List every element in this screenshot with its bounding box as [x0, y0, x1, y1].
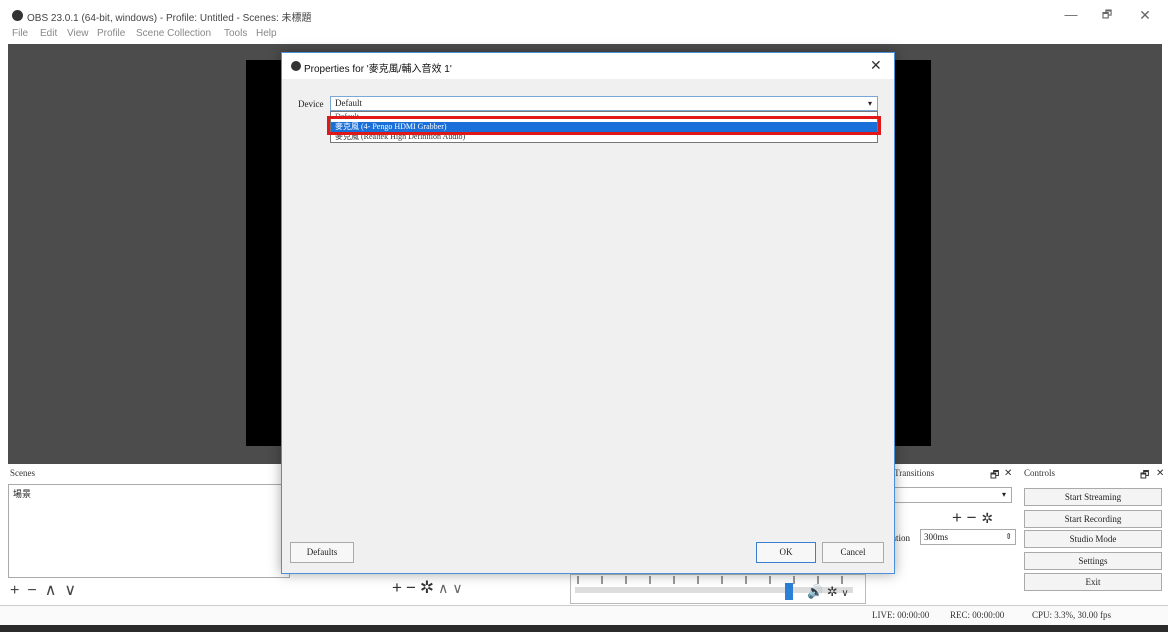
- transitions-close-icon[interactable]: ✕: [1004, 468, 1012, 482]
- sources-toolbar: + − ✲ ∧ ∨: [392, 578, 467, 598]
- properties-dialog: Properties for '麥克風/輔入音效 1' ✕ Device Def…: [281, 52, 895, 574]
- add-transition-icon[interactable]: +: [952, 508, 962, 527]
- dialog-close-button[interactable]: ✕: [870, 57, 882, 74]
- add-source-icon[interactable]: +: [392, 578, 402, 598]
- scene-list-item[interactable]: 場景: [13, 487, 31, 500]
- menu-tools[interactable]: Tools: [224, 28, 247, 39]
- move-down-icon[interactable]: ∨: [64, 580, 80, 600]
- window-title: OBS 23.0.1 (64-bit, windows) - Profile: …: [27, 13, 312, 24]
- menu-scene-collection[interactable]: Scene Collection: [136, 28, 211, 39]
- window-titlebar: OBS 23.0.1 (64-bit, windows) - Profile: …: [0, 0, 1168, 28]
- speaker-icon[interactable]: 🔊: [807, 584, 823, 599]
- remove-scene-icon[interactable]: −: [27, 582, 40, 600]
- rec-status: REC: 00:00:00: [950, 610, 1005, 620]
- remove-transition-icon[interactable]: −: [967, 508, 977, 527]
- menu-view[interactable]: View: [67, 28, 89, 39]
- move-up-icon[interactable]: ∧: [45, 580, 61, 600]
- chevron-down-icon: ▾: [867, 99, 872, 108]
- mixer-menu-chevron-icon[interactable]: ∨: [841, 588, 848, 599]
- annotation-highlight-box: [327, 116, 881, 135]
- settings-button[interactable]: Settings: [1024, 552, 1162, 570]
- device-label: Device: [298, 99, 324, 109]
- scenes-list[interactable]: 場景: [8, 484, 290, 578]
- mixer-controls: 🔊 ✲ ∨: [807, 584, 849, 600]
- controls-dock-title: Controls: [1024, 468, 1056, 478]
- defaults-button[interactable]: Defaults: [290, 542, 354, 563]
- menu-help[interactable]: Help: [256, 28, 277, 39]
- obs-logo-icon: [12, 10, 23, 21]
- duration-value: 300ms: [924, 532, 949, 542]
- source-down-icon[interactable]: ∨: [452, 580, 462, 597]
- dialog-titlebar: Properties for '麥克風/輔入音效 1' ✕: [282, 53, 894, 79]
- volume-slider-handle[interactable]: [785, 583, 793, 600]
- ok-button[interactable]: OK: [756, 542, 816, 563]
- audio-mixer: 🔊 ✲ ∨: [570, 574, 866, 604]
- scenes-dock-title: Scenes: [10, 468, 35, 478]
- menubar: File Edit View Profile Scene Collection …: [0, 28, 1168, 42]
- cpu-status: CPU: 3.3%, 30.00 fps: [1032, 610, 1112, 620]
- transition-tools: + − ✲: [952, 508, 993, 528]
- source-properties-gear-icon[interactable]: ✲: [420, 578, 434, 598]
- controls-close-icon[interactable]: ✕: [1156, 468, 1164, 482]
- start-streaming-button[interactable]: Start Streaming: [1024, 488, 1162, 506]
- minimize-button[interactable]: —: [1058, 5, 1084, 25]
- add-scene-icon[interactable]: +: [10, 582, 23, 600]
- remove-source-icon[interactable]: −: [406, 578, 416, 598]
- taskbar-edge: [0, 625, 1168, 632]
- menu-file[interactable]: File: [12, 28, 28, 39]
- exit-button[interactable]: Exit: [1024, 573, 1162, 591]
- menu-edit[interactable]: Edit: [40, 28, 57, 39]
- device-select-value: Default: [335, 98, 362, 108]
- chevron-down-icon: ▾: [1001, 490, 1006, 499]
- menu-profile[interactable]: Profile: [97, 28, 125, 39]
- live-status: LIVE: 00:00:00: [872, 610, 930, 620]
- source-up-icon[interactable]: ∧: [438, 580, 448, 597]
- obs-dialog-icon: [291, 61, 301, 71]
- device-select[interactable]: Default ▾: [330, 96, 878, 111]
- transition-gear-icon[interactable]: ✲: [981, 510, 993, 526]
- close-window-button[interactable]: ✕: [1132, 5, 1158, 25]
- maximize-button[interactable]: 🗗: [1094, 5, 1120, 25]
- transitions-float-icon[interactable]: 🗗: [990, 468, 999, 482]
- controls-float-icon[interactable]: 🗗: [1140, 468, 1149, 482]
- mixer-scale: [577, 576, 861, 584]
- status-bar: LIVE: 00:00:00 REC: 00:00:00 CPU: 3.3%, …: [0, 605, 1168, 625]
- scenes-toolbar: + − ∧ ∨: [10, 580, 84, 600]
- studio-mode-button[interactable]: Studio Mode: [1024, 530, 1162, 548]
- mixer-gear-icon[interactable]: ✲: [827, 584, 838, 599]
- spinner-icon[interactable]: ⇕: [1005, 530, 1012, 544]
- dialog-title: Properties for '麥克風/輔入音效 1': [304, 64, 452, 75]
- duration-input[interactable]: 300ms ⇕: [920, 529, 1016, 545]
- start-recording-button[interactable]: Start Recording: [1024, 510, 1162, 528]
- cancel-button[interactable]: Cancel: [822, 542, 884, 563]
